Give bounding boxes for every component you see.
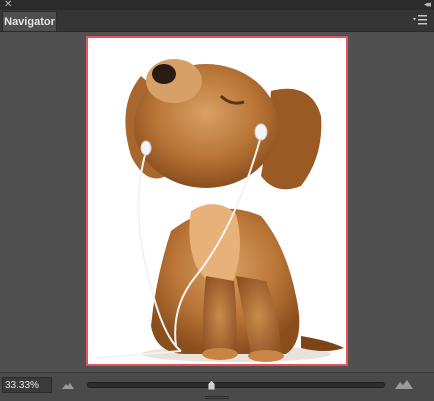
panel-menu-icon[interactable] [412, 14, 428, 26]
close-icon[interactable]: ✕ [4, 0, 12, 10]
zoom-level-field[interactable]: 33.33% [2, 377, 52, 393]
tab-navigator[interactable]: Navigator [2, 11, 57, 31]
resize-grip-icon[interactable] [205, 396, 229, 400]
zoom-bar: 33.33% [0, 372, 434, 401]
zoom-out-mountain-icon[interactable] [62, 381, 74, 389]
zoom-in-mountain-icon[interactable] [395, 379, 413, 389]
panel-title-bar: ✕ ◂◂ [0, 0, 434, 10]
zoom-slider-thumb[interactable] [207, 380, 215, 390]
view-box-outline[interactable] [86, 36, 348, 366]
panel-tab-bar: Navigator [0, 10, 434, 32]
collapse-arrows-icon[interactable]: ◂◂ [424, 0, 431, 10]
zoom-slider-track[interactable] [87, 382, 385, 388]
navigator-panel: ✕ ◂◂ Navigator 33.33% [0, 0, 434, 401]
